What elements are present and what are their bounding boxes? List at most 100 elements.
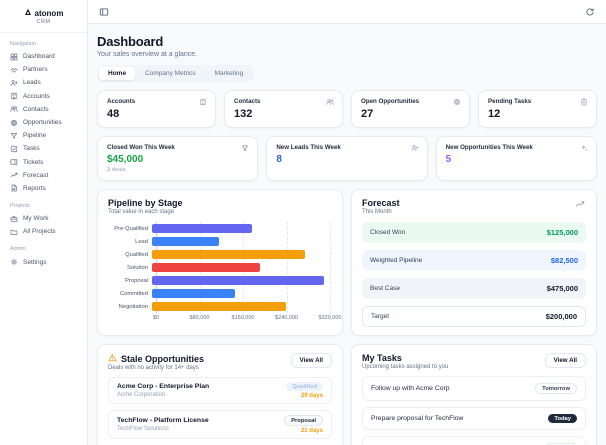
task-due-badge: Today: [548, 414, 577, 423]
sidebar-item-accounts[interactable]: Accounts: [0, 90, 87, 103]
sidebar-item-label: Tickets: [23, 158, 44, 166]
y-tick-label: Pre-Qualified: [114, 225, 148, 232]
sidebar-item-label: Accounts: [23, 92, 50, 100]
clipboard-list-icon: [580, 98, 588, 106]
task-row[interactable]: Follow up with Acme Corp Tomorrow: [362, 376, 586, 401]
trend-icon: [10, 171, 18, 179]
folder-icon: [10, 228, 18, 236]
building-icon: [199, 98, 207, 106]
chart-row-solution: Solution: [108, 261, 332, 274]
page-title: Dashboard: [97, 34, 164, 49]
chart-row-negotiation: Negotiation: [108, 300, 332, 313]
sidebar-item-tickets[interactable]: Tickets: [0, 156, 87, 169]
tasks-subtitle: Upcoming tasks assigned to you: [362, 364, 449, 370]
sidebar-item-contacts[interactable]: Contacts: [0, 103, 87, 116]
sidebar-item-opportunities[interactable]: Opportunities: [0, 116, 87, 129]
task-row[interactable]: Schedule demo with Horizon Labs Feb 25: [362, 436, 586, 445]
y-tick-label: Lead: [135, 238, 148, 245]
chart-row-proposal: Proposal: [108, 274, 332, 287]
y-tick-label: Proposal: [125, 277, 148, 284]
tasks-title: My Tasks: [362, 353, 402, 363]
sparkles-icon: [580, 144, 588, 152]
bar-committed[interactable]: [152, 289, 236, 298]
forecast-row-weighted-pipeline: Weighted Pipeline $82,500: [362, 250, 586, 271]
tab-marketing[interactable]: Marketing: [206, 67, 253, 80]
sidebar-item-settings[interactable]: Settings: [0, 255, 87, 268]
sidebar-nav: Navigation Dashboard Partners Leads Acco…: [0, 33, 87, 269]
sidebar-item-label: Partners: [23, 66, 48, 74]
bottom-row: Stale Opportunities Deals with no activi…: [97, 344, 597, 445]
dashboard-content: Dashboard Your sales overview at a glanc…: [88, 24, 606, 445]
stale-opportunity-row[interactable]: Acme Corp - Enterprise Plan Acme Corpora…: [108, 377, 332, 404]
sidebar-item-label: Opportunities: [23, 119, 62, 127]
bar-pre-qualified[interactable]: [152, 224, 253, 233]
page-subtitle: Your sales overview at a glance.: [97, 51, 198, 58]
bar-track: [152, 302, 330, 311]
sidebar-item-leads[interactable]: Leads: [0, 76, 87, 89]
bar-qualified[interactable]: [152, 250, 305, 259]
stat-label: New Leads This Week: [276, 144, 341, 151]
week-stats-row: Closed Won This Week $45,000 3 deals New…: [97, 136, 597, 181]
user-plus-icon: [10, 79, 18, 87]
sidebar-toggle-button[interactable]: [98, 6, 110, 18]
tab-company-metrics[interactable]: Company Metrics: [136, 67, 205, 80]
sidebar-item-pipeline[interactable]: Pipeline: [0, 129, 87, 142]
sidebar-item-label: Dashboard: [23, 53, 55, 61]
y-tick-label: Solution: [127, 264, 148, 271]
sidebar-section-label: Admin: [10, 246, 26, 253]
sidebar-item-label: Reports: [23, 184, 46, 192]
opportunity-name: TechFlow - Platform License: [117, 417, 209, 425]
forecast-subtitle: This Month: [362, 209, 392, 215]
y-tick-label: Qualified: [125, 251, 148, 258]
chart-bars: Pre-Qualified Lead Qualified Solution Pr…: [108, 222, 332, 313]
forecast-row-value: $200,000: [545, 312, 577, 321]
users-icon: [10, 105, 18, 113]
kpi-row: Accounts 48 Contacts 132 Open Opportunit…: [97, 90, 597, 128]
task-title: Prepare proposal for TechFlow: [371, 415, 464, 422]
bar-negotiation[interactable]: [152, 302, 286, 311]
chart-row-lead: Lead: [108, 235, 332, 248]
kpi-card-pending-tasks: Pending Tasks 12: [478, 90, 597, 128]
forecast-row-value: $475,000: [546, 284, 578, 293]
bar-track: [152, 263, 330, 272]
refresh-button[interactable]: [584, 6, 596, 18]
stale-opportunities-card: Stale Opportunities Deals with no activi…: [97, 344, 343, 445]
sidebar-item-label: Tasks: [23, 145, 40, 153]
target-icon: [10, 119, 18, 127]
sidebar-item-tasks[interactable]: Tasks: [0, 142, 87, 155]
bar-solution[interactable]: [152, 263, 261, 272]
trending-up-icon: [574, 198, 586, 210]
x-tick-label: $80,000: [189, 315, 210, 321]
forecast-card: Forecast This Month Closed Won $125,000 …: [351, 189, 597, 336]
bar-proposal[interactable]: [152, 276, 325, 285]
x-tick-label: $320,000: [318, 315, 342, 321]
bar-lead[interactable]: [152, 237, 219, 246]
tasks-view-all-button[interactable]: View All: [544, 353, 586, 368]
sidebar-item-my-work[interactable]: My Work: [0, 212, 87, 225]
tab-home[interactable]: Home: [99, 67, 136, 80]
task-row[interactable]: Prepare proposal for TechFlow Today: [362, 407, 586, 430]
stat-sub: 3 deals: [107, 167, 126, 173]
bar-track: [152, 224, 330, 233]
forecast-row-best-case: Best Case $475,000: [362, 278, 586, 299]
task-title: Follow up with Acme Corp: [371, 385, 450, 392]
kpi-label: Pending Tasks: [488, 98, 532, 105]
sidebar-item-forecast[interactable]: Forecast: [0, 169, 87, 182]
stale-opportunity-row[interactable]: TechFlow - Platform License TechFlow Sol…: [108, 410, 332, 439]
check-square-icon: [10, 145, 18, 153]
sidebar-item-reports[interactable]: Reports: [0, 182, 87, 195]
kpi-value: 48: [107, 108, 120, 120]
my-tasks-card: My Tasks Upcoming tasks assigned to you …: [351, 344, 597, 445]
stage-badge: Proposal: [284, 415, 323, 426]
kpi-value: 27: [361, 108, 374, 120]
chart-row-committed: Committed: [108, 287, 332, 300]
pipeline-chart-title: Pipeline by Stage: [108, 198, 183, 208]
kpi-card-contacts: Contacts 132: [224, 90, 343, 128]
sidebar-item-all-projects[interactable]: All Projects: [0, 225, 87, 238]
x-tick-label: $160,000: [231, 315, 255, 321]
sidebar-item-dashboard[interactable]: Dashboard: [0, 50, 87, 63]
stale-list: Acme Corp - Enterprise Plan Acme Corpora…: [108, 377, 332, 445]
sidebar-item-partners[interactable]: Partners: [0, 63, 87, 76]
stale-view-all-button[interactable]: View All: [290, 353, 332, 368]
sidebar-item-label: Leads: [23, 79, 41, 87]
